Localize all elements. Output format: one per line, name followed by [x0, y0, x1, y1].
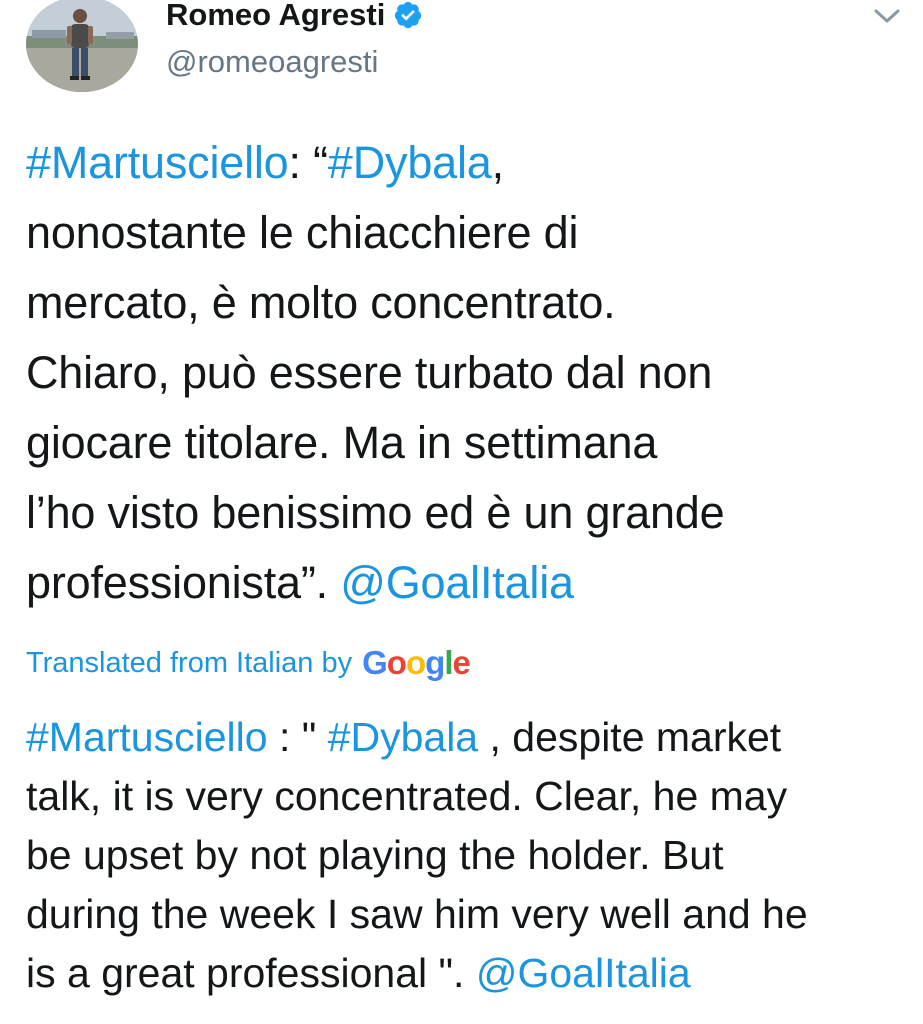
text-segment: : " — [267, 714, 328, 760]
text-segment: nonostante le chiacchiere di — [26, 207, 579, 258]
tweet-line: giocare titolare. Ma in settimana — [26, 408, 916, 478]
google-logo-letter: G — [362, 644, 388, 681]
translation-attribution: Translated from Italian by Google — [26, 644, 471, 682]
tweet-line: l’ho visto benissimo ed è un grande — [26, 478, 916, 548]
tweet-text: #Martusciello: “#Dybala, nonostante le ch… — [26, 128, 916, 618]
text-segment: l’ho visto benissimo ed è un grande — [26, 487, 725, 538]
mention-link[interactable]: @GoalItalia — [476, 950, 691, 996]
mention-link[interactable]: @GoalItalia — [340, 557, 574, 608]
translated-tweet-text: #Martusciello : " #Dybala , despite mark… — [26, 708, 916, 1003]
text-segment: , — [491, 137, 505, 188]
hashtag-link[interactable]: #Martusciello — [26, 137, 289, 188]
text-segment: , despite market — [478, 714, 782, 760]
chevron-down-icon[interactable] — [872, 4, 902, 28]
google-logo-letter: e — [452, 644, 470, 681]
hashtag-link[interactable]: #Dybala — [328, 137, 492, 188]
tweet-line: professionista”. @GoalItalia — [26, 548, 916, 618]
translation-line: during the week I saw him very well and … — [26, 885, 916, 944]
tweet-line: nonostante le chiacchiere di — [26, 198, 916, 268]
translation-line: talk, it is very concentrated. Clear, he… — [26, 767, 916, 826]
text-segment: giocare titolare. Ma in settimana — [26, 417, 658, 468]
tweet-line: mercato, è molto concentrato. — [26, 268, 916, 338]
verified-badge-icon — [395, 1, 422, 29]
translated-from-label[interactable]: Translated from Italian by — [26, 647, 352, 680]
text-segment: : “ — [288, 137, 329, 188]
google-logo: Google — [362, 644, 471, 682]
tweet-line: #Martusciello: “#Dybala, — [26, 128, 916, 198]
translation-line: #Martusciello : " #Dybala , despite mark… — [26, 708, 916, 767]
translation-line: is a great professional ". @GoalItalia — [26, 944, 916, 1003]
tweet-line: Chiaro, può essere turbato dal non — [26, 338, 916, 408]
author-handle[interactable]: @romeoagresti — [166, 44, 378, 80]
hashtag-link[interactable]: #Dybala — [328, 714, 478, 760]
translation-line: be upset by not playing the holder. But — [26, 826, 916, 885]
text-segment: mercato, è molto concentrato. — [26, 277, 616, 328]
text-segment: talk, it is very concentrated. Clear, he… — [26, 773, 788, 819]
text-segment: be upset by not playing the holder. But — [26, 832, 724, 878]
avatar[interactable] — [26, 0, 138, 92]
text-segment: during the week I saw him very well and … — [26, 891, 808, 937]
tweet-header: Romeo Agresti @romeoagresti — [26, 0, 916, 96]
hashtag-link[interactable]: #Martusciello — [26, 714, 268, 760]
text-segment: professionista”. — [26, 557, 341, 608]
google-logo-letter: g — [425, 644, 445, 681]
text-segment: Chiaro, può essere turbato dal non — [26, 347, 713, 398]
tweet: Romeo Agresti @romeoagresti #Martusciell… — [0, 0, 923, 1024]
text-segment: is a great professional ". — [26, 950, 476, 996]
google-logo-letter: o — [405, 644, 426, 681]
avatar-photo — [26, 0, 138, 92]
author-name-row: Romeo Agresti — [166, 0, 423, 32]
google-logo-letter: o — [386, 644, 407, 681]
author-display-name[interactable]: Romeo Agresti — [166, 0, 385, 33]
